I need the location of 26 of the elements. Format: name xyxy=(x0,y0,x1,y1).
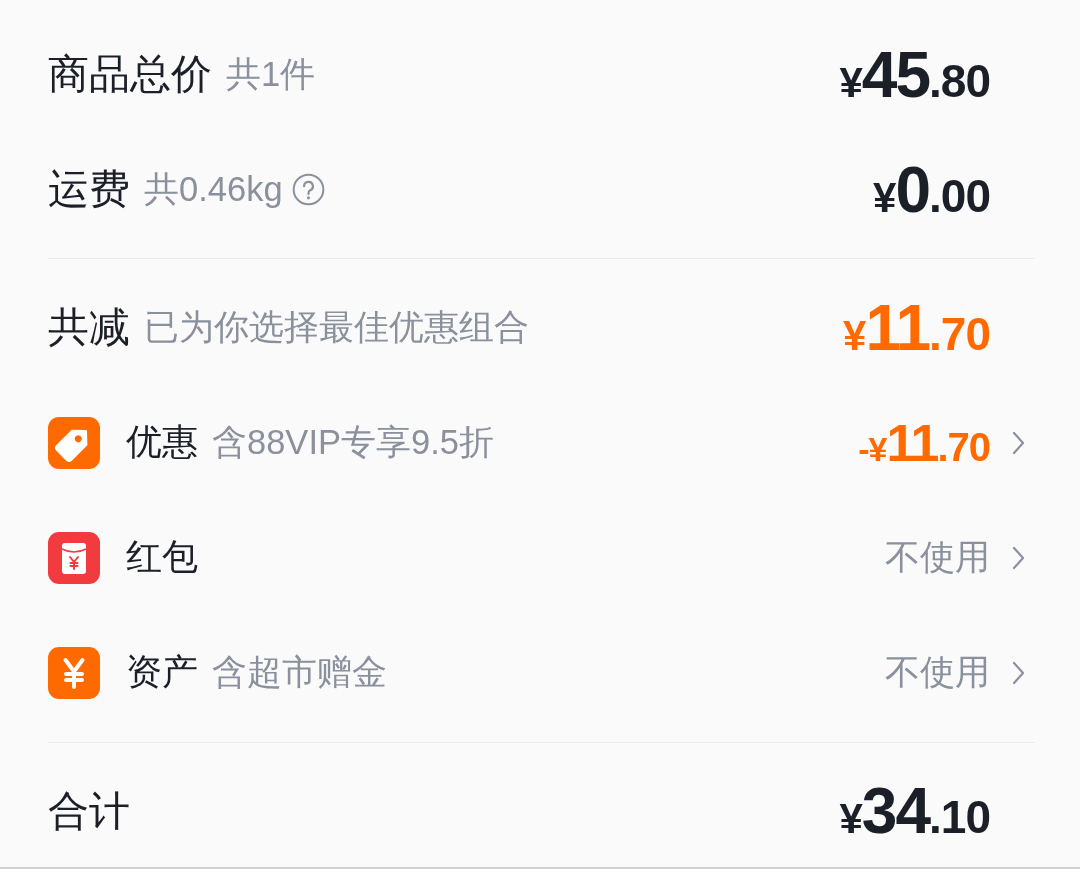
help-icon[interactable] xyxy=(291,173,325,206)
option-label: 资产 xyxy=(126,650,198,694)
option-label: 优惠 xyxy=(126,420,198,464)
option-value: 不使用 xyxy=(885,536,990,578)
price-amount: ¥45.80 xyxy=(839,42,990,107)
chevron-right-icon[interactable] xyxy=(1012,430,1025,455)
tag-icon xyxy=(48,416,100,469)
yen-icon xyxy=(48,646,100,699)
row-label: 商品总价 xyxy=(48,50,212,99)
envelope-icon xyxy=(48,531,100,584)
option-label: 红包 xyxy=(126,535,198,579)
row-label: 共减 xyxy=(48,303,130,352)
total-label: 合计 xyxy=(48,786,130,836)
row-note: 共1件 xyxy=(226,53,316,95)
discount-amount: -¥11.70 xyxy=(858,416,990,469)
total-amount: ¥34.10 xyxy=(839,779,990,843)
discount-amount: ¥11.70 xyxy=(843,295,990,360)
price-amount: ¥0.00 xyxy=(873,157,990,222)
row-note: 已为你选择最佳优惠组合 xyxy=(144,306,529,348)
row-note: 共0.46kg xyxy=(144,168,283,210)
chevron-right-icon[interactable] xyxy=(1012,545,1025,570)
option-value: 不使用 xyxy=(885,651,990,693)
row-label: 运费 xyxy=(48,165,130,214)
chevron-right-icon[interactable] xyxy=(1012,660,1025,685)
option-note: 含88VIP专享9.5折 xyxy=(212,421,494,463)
option-note: 含超市赠金 xyxy=(212,651,387,693)
